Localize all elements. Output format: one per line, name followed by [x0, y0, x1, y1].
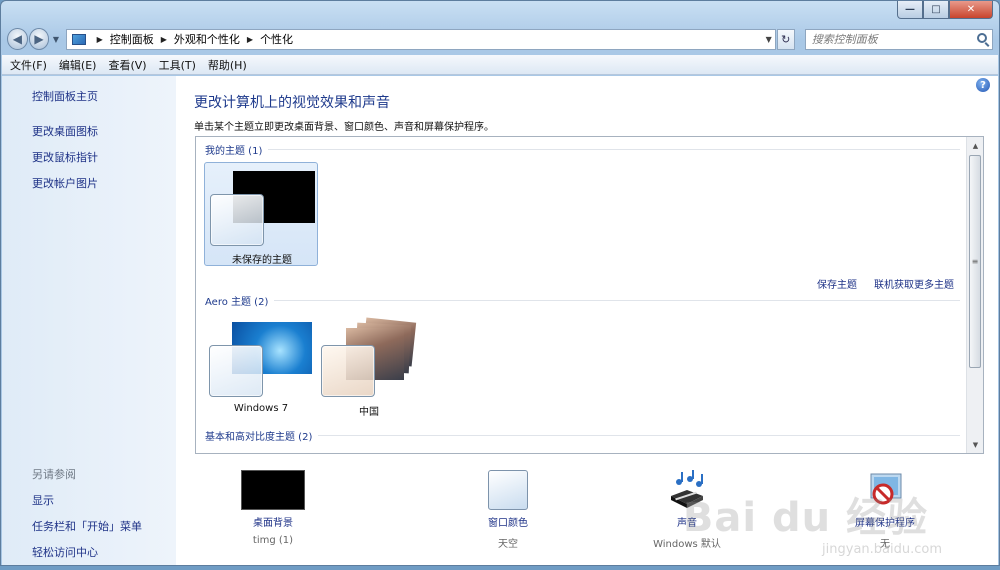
minimize-button[interactable]: —: [897, 1, 923, 19]
see-also-display[interactable]: 显示: [32, 492, 142, 508]
search-input[interactable]: 搜索控制面板: [804, 28, 994, 50]
address-bar[interactable]: ▶ 控制面板 ▶ 外观和个性化 ▶ 个性化 ▼: [65, 28, 776, 50]
close-button[interactable]: ✕: [949, 1, 993, 19]
desktop-background-value: timg (1): [252, 535, 294, 546]
scroll-down-arrow[interactable]: ▼: [967, 436, 983, 453]
caption-buttons: — □ ✕: [897, 1, 993, 19]
theme-list: 我的主题 (1) 未保存的主题 保存主题 联机获取更多主题 Aero 主题 (2…: [195, 136, 984, 454]
theme-windows7[interactable]: Windows 7: [204, 317, 318, 421]
group-my-themes: 我的主题 (1): [205, 142, 960, 157]
control-panel-icon: [71, 33, 86, 45]
control-panel-window: — □ ✕ ◀ ▶ ▼ ▶ 控制面板 ▶ 外观和个性化 ▶ 个性化 ▼ ↻ 搜索…: [0, 0, 1000, 566]
see-also-taskbar[interactable]: 任务栏和「开始」菜单: [32, 518, 142, 534]
group-aero-themes-label: Aero 主题 (2): [205, 297, 269, 308]
theme-china[interactable]: 中国: [312, 317, 426, 421]
window-color-value: 天空: [498, 539, 518, 550]
save-theme-link[interactable]: 保存主题: [817, 276, 857, 291]
breadcrumb-control-panel[interactable]: 控制面板: [110, 31, 154, 47]
theme-china-label: 中国: [359, 407, 379, 418]
desktop-background-icon: [241, 470, 305, 510]
page-title: 更改计算机上的视觉效果和声音: [194, 95, 390, 111]
sidebar: 控制面板主页 更改桌面图标 更改鼠标指针 更改帐户图片 另请参阅 显示 任务栏和…: [2, 76, 176, 565]
search-icon[interactable]: [977, 32, 988, 43]
sidebar-link-desktop-icons[interactable]: 更改桌面图标: [32, 123, 176, 139]
back-button[interactable]: ◀: [7, 28, 28, 50]
setting-window-color[interactable]: 窗口颜色 天空: [438, 467, 578, 550]
setting-desktop-background[interactable]: 桌面背景 timg (1): [203, 467, 343, 546]
breadcrumb-separator[interactable]: ▶: [161, 35, 167, 44]
baidu-watermark-url: jingyan.baidu.com: [822, 542, 942, 557]
menu-edit[interactable]: 编辑(E): [59, 57, 97, 73]
scroll-up-arrow[interactable]: ▲: [967, 137, 983, 154]
group-my-themes-label: 我的主题 (1): [205, 146, 263, 157]
baidu-watermark: Bai du 经验: [682, 495, 928, 541]
content-area: 控制面板主页 更改桌面图标 更改鼠标指针 更改帐户图片 另请参阅 显示 任务栏和…: [2, 76, 998, 565]
breadcrumb-personalization[interactable]: 个性化: [260, 31, 293, 47]
breadcrumb-separator[interactable]: ▶: [247, 35, 253, 44]
menu-help[interactable]: 帮助(H): [208, 57, 247, 73]
theme-windows7-label: Windows 7: [233, 403, 289, 414]
see-also-ease-of-access[interactable]: 轻松访问中心: [32, 544, 142, 560]
theme-unsaved-label: 未保存的主题: [232, 255, 292, 266]
theme-preview-window: [210, 194, 264, 246]
navigation-bar: ◀ ▶ ▼ ▶ 控制面板 ▶ 外观和个性化 ▶ 个性化 ▼ ↻ 搜索控制面板: [7, 27, 994, 51]
breadcrumb-separator[interactable]: ▶: [97, 35, 103, 44]
page-description: 单击某个主题立即更改桌面背景、窗口颜色、声音和屏幕保护程序。: [194, 122, 494, 133]
breadcrumb-appearance[interactable]: 外观和个性化: [174, 31, 240, 47]
group-basic-themes-label: 基本和高对比度主题 (2): [205, 432, 313, 443]
recent-pages-dropdown[interactable]: ▼: [50, 35, 61, 44]
theme-list-scrollbar[interactable]: ▲ ≡ ▼: [966, 137, 983, 453]
window-color-icon: [488, 470, 528, 510]
get-more-themes-link[interactable]: 联机获取更多主题: [874, 276, 954, 291]
refresh-button[interactable]: ↻: [776, 28, 795, 50]
sidebar-link-home[interactable]: 控制面板主页: [32, 88, 176, 104]
search-placeholder: 搜索控制面板: [811, 33, 878, 46]
see-also-title: 另请参阅: [32, 468, 76, 481]
window-color-link[interactable]: 窗口颜色: [438, 514, 578, 529]
menu-bar: 文件(F) 编辑(E) 查看(V) 工具(T) 帮助(H): [2, 55, 998, 75]
main-panel: ? 更改计算机上的视觉效果和声音 单击某个主题立即更改桌面背景、窗口颜色、声音和…: [176, 76, 998, 565]
group-aero-themes: Aero 主题 (2): [205, 293, 960, 308]
maximize-button[interactable]: □: [923, 1, 949, 19]
help-icon[interactable]: ?: [976, 78, 990, 92]
theme-preview-window: [209, 345, 263, 397]
address-dropdown[interactable]: ▼: [766, 35, 772, 44]
sidebar-link-mouse-pointers[interactable]: 更改鼠标指针: [32, 149, 176, 165]
scroll-thumb[interactable]: ≡: [969, 155, 981, 368]
see-also-section: 另请参阅 显示 任务栏和「开始」菜单 轻松访问中心: [32, 466, 142, 570]
menu-tools[interactable]: 工具(T): [159, 57, 196, 73]
group-basic-themes: 基本和高对比度主题 (2): [205, 428, 960, 443]
theme-unsaved[interactable]: 未保存的主题: [204, 162, 318, 266]
desktop-background-link[interactable]: 桌面背景: [203, 514, 343, 529]
menu-file[interactable]: 文件(F): [10, 57, 47, 73]
theme-preview-window: [321, 345, 375, 397]
menu-view[interactable]: 查看(V): [108, 57, 146, 73]
forward-button[interactable]: ▶: [28, 28, 50, 50]
sidebar-link-account-picture[interactable]: 更改帐户图片: [32, 175, 176, 191]
